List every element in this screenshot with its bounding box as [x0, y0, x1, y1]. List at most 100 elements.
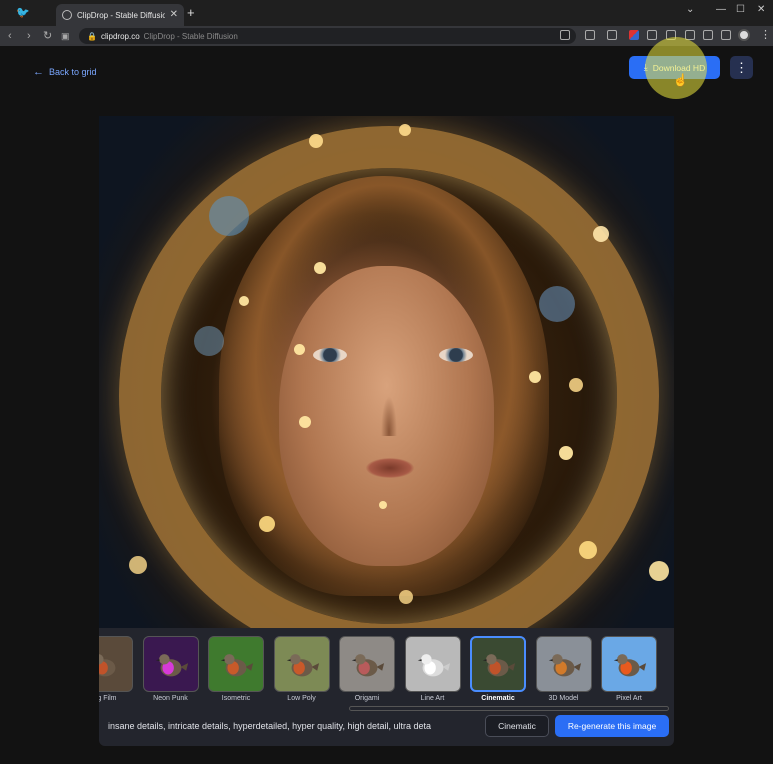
flag-extension-icon[interactable] — [629, 30, 639, 40]
robin-bird-icon — [548, 654, 581, 677]
robin-bird-icon — [613, 654, 647, 677]
download-arrow-icon: ⤓ — [643, 62, 648, 72]
robin-bird-icon — [155, 654, 188, 677]
style-thumbnail-image — [273, 636, 330, 692]
bokeh — [259, 516, 275, 532]
arrow-left-icon: ← — [33, 66, 44, 78]
bokeh — [649, 561, 669, 581]
extension-icon[interactable] — [607, 30, 617, 40]
style-option[interactable]: Neon Punk — [142, 636, 200, 702]
page-content: ← Back to grid ⤓ Download HD ☝ ⋮ g Film … — [0, 37, 773, 764]
twitter-tab-icon[interactable]: 🐦 — [16, 6, 30, 19]
style-thumbnail-image — [208, 636, 264, 692]
back-nav-icon[interactable]: ‹ — [8, 29, 12, 43]
maximize-icon[interactable]: ☐ — [736, 4, 745, 15]
style-select-button[interactable]: Cinematic — [485, 715, 549, 737]
prompt-row: insane details, intricate details, hyper… — [99, 714, 674, 740]
media-icon[interactable] — [685, 30, 695, 40]
style-thumbnail-image — [535, 636, 592, 692]
regenerate-button[interactable]: Re-generate this image — [555, 715, 669, 737]
bokeh — [539, 286, 575, 322]
site-info-icon[interactable]: ▣ — [61, 29, 70, 43]
reload-icon[interactable]: ↻ — [43, 29, 52, 43]
bokeh — [569, 378, 583, 392]
bokeh — [239, 296, 249, 306]
style-option[interactable]: Origami — [338, 636, 396, 702]
style-option[interactable]: ng Film — [99, 636, 134, 702]
generated-image — [99, 116, 674, 628]
bokeh — [209, 196, 249, 236]
style-option[interactable]: Pixel Art — [600, 636, 658, 702]
browser-tab-active[interactable]: ClipDrop - Stable Diffusion ✕ — [56, 4, 184, 26]
close-window-icon[interactable]: ✕ — [757, 4, 765, 15]
robin-bird-icon — [417, 654, 450, 677]
share-icon[interactable] — [560, 30, 570, 40]
robin-bird-icon — [99, 654, 123, 677]
more-options-button[interactable]: ⋮ — [730, 56, 753, 79]
style-option-label: Origami — [354, 695, 380, 702]
bokeh — [399, 124, 411, 136]
lock-icon: 🔒 — [87, 31, 97, 41]
tab-search-icon[interactable]: ⌄ — [686, 4, 694, 15]
style-option-label: Pixel Art — [616, 695, 642, 702]
bookmark-icon[interactable] — [585, 30, 595, 40]
back-to-grid-label: Back to grid — [49, 67, 97, 77]
minimize-icon[interactable]: — — [716, 4, 726, 15]
style-option-label: 3D Model — [548, 695, 579, 702]
style-option[interactable]: Cinematic — [469, 636, 527, 702]
bokeh — [559, 446, 573, 460]
address-bar[interactable]: 🔒 clipdrop.co ClipDrop - Stable Diffusio… — [79, 28, 576, 44]
lips — [366, 458, 414, 478]
style-thumbnail-image — [339, 636, 395, 692]
robin-bird-icon — [351, 654, 385, 677]
robin-bird-icon — [220, 654, 254, 677]
back-to-grid-link[interactable]: ← Back to grid — [33, 66, 97, 78]
url-domain: clipdrop.co — [100, 31, 140, 41]
download-hd-label: Download HD — [652, 62, 706, 73]
style-thumbnails: ng Film Neon Punk Isometric Low Poly Origami… — [99, 636, 674, 704]
nose — [381, 396, 397, 436]
bokeh — [593, 226, 609, 242]
style-option[interactable]: Line Art — [404, 636, 462, 702]
style-option-label: Isometric — [221, 695, 251, 702]
browser-menu-icon[interactable]: ⋮ — [760, 28, 771, 41]
thumbnail-scrollbar[interactable] — [349, 706, 669, 711]
style-option[interactable]: Low Poly — [273, 636, 331, 702]
style-thumbnail-image — [601, 636, 657, 692]
new-tab-button[interactable]: + — [187, 6, 195, 20]
style-panel: ng Film Neon Punk Isometric Low Poly Origami… — [99, 628, 674, 746]
style-thumbnail-image — [470, 636, 526, 692]
bokeh — [129, 556, 147, 574]
bokeh — [379, 501, 387, 509]
prompt-input[interactable]: insane details, intricate details, hyper… — [108, 721, 476, 731]
profile-avatar[interactable] — [738, 29, 750, 41]
bokeh — [399, 590, 413, 604]
style-option-label: ng Film — [99, 695, 117, 702]
style-option-label: Low Poly — [287, 695, 316, 702]
url-page-title: ClipDrop - Stable Diffusion — [143, 31, 238, 41]
screenshot-icon[interactable] — [703, 30, 713, 40]
tab-title: ClipDrop - Stable Diffusion — [77, 10, 165, 20]
robin-bird-icon — [286, 654, 319, 677]
tab-close-icon[interactable]: ✕ — [170, 10, 178, 20]
reading-list-icon[interactable] — [647, 30, 657, 40]
style-option-label: Cinematic — [481, 695, 515, 702]
style-option-label: Neon Punk — [153, 695, 188, 702]
style-option[interactable]: Isometric — [207, 636, 265, 702]
style-thumbnail-image — [142, 636, 199, 692]
clipdrop-favicon-icon — [62, 10, 72, 20]
browser-toolbar: ‹ › ↻ ▣ 🔒 clipdrop.co ClipDrop - Stable … — [0, 26, 773, 46]
style-option[interactable]: 3D Model — [535, 636, 593, 702]
side-panel-icon[interactable] — [721, 30, 731, 40]
robin-bird-icon — [482, 654, 516, 677]
bokeh — [529, 371, 541, 383]
forward-nav-icon[interactable]: › — [27, 29, 31, 43]
bokeh — [309, 134, 323, 148]
bokeh — [194, 326, 224, 356]
style-thumbnail-image — [99, 636, 133, 692]
download-icon[interactable] — [666, 30, 676, 40]
bokeh — [299, 416, 311, 428]
hand-cursor-icon: ☝ — [673, 73, 688, 87]
style-option-label: Line Art — [420, 695, 445, 702]
bokeh — [579, 541, 597, 559]
